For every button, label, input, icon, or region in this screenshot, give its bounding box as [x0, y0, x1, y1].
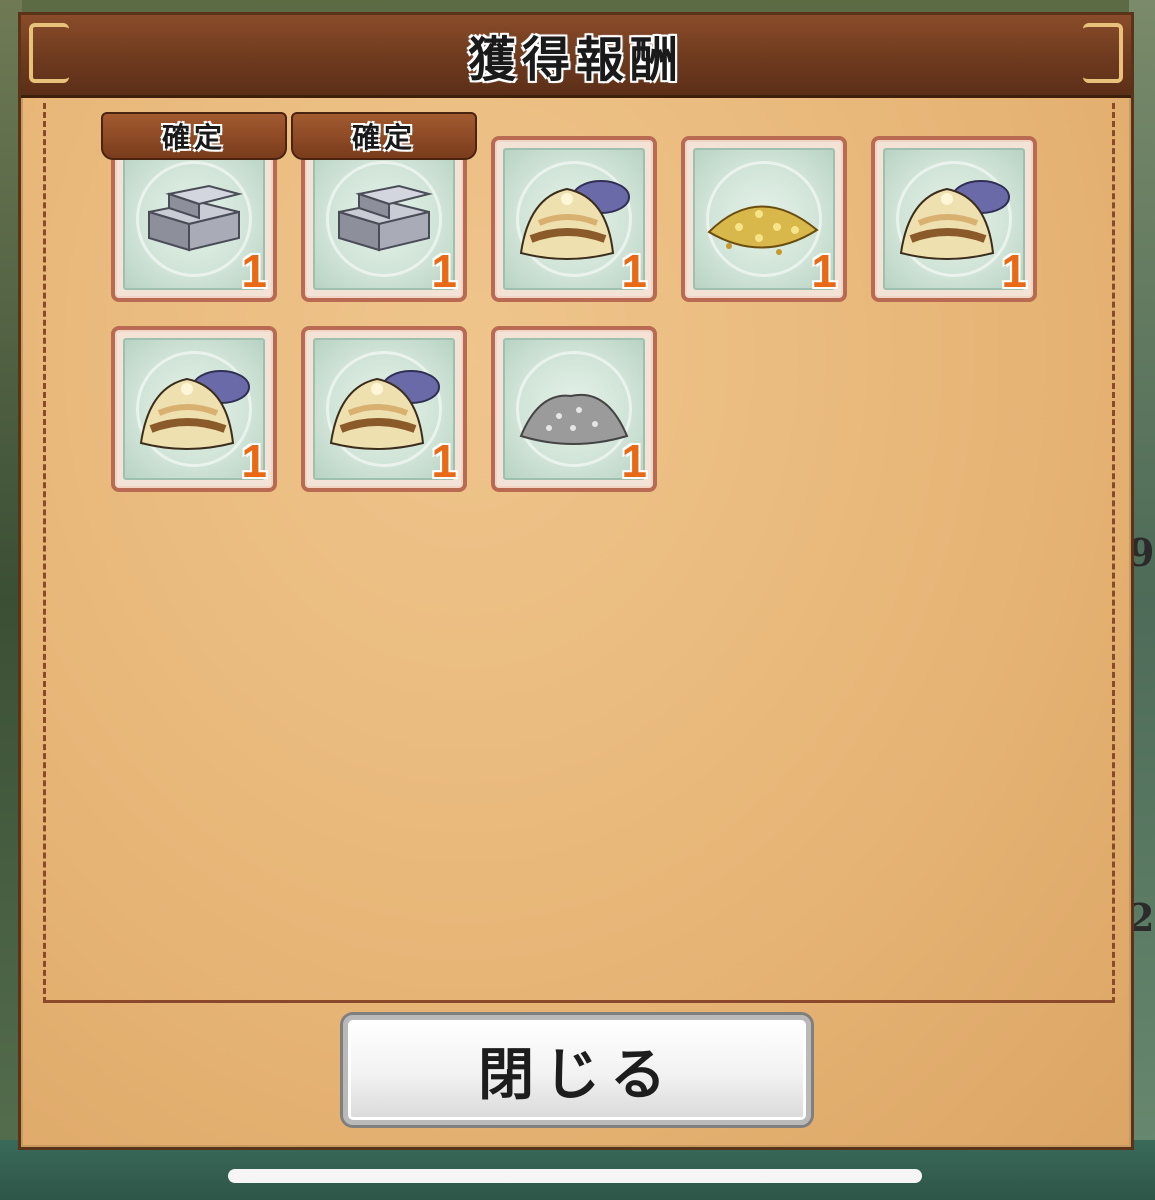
reward-item[interactable]: 1 — [681, 136, 847, 302]
reward-item[interactable]: 1 — [871, 136, 1037, 302]
reward-quantity: 1 — [431, 245, 457, 297]
reward-item[interactable]: 確定 1 — [291, 112, 477, 302]
reward-item[interactable]: 確定 1 — [101, 112, 287, 302]
dialog-title: 獲得報酬 — [467, 32, 684, 88]
guaranteed-badge: 確定 — [291, 112, 477, 160]
reward-item[interactable]: 1 — [491, 136, 657, 302]
ornament-right-icon — [1083, 23, 1123, 83]
reward-item[interactable]: 1 — [301, 326, 467, 492]
clam-shell-icon — [899, 180, 1010, 261]
reward-quantity: 1 — [621, 435, 647, 487]
gold-grain-icon — [707, 205, 819, 256]
guaranteed-badge: 確定 — [101, 112, 287, 160]
dialog-header: 獲得報酬 — [21, 15, 1131, 98]
reward-item[interactable]: 1 — [111, 326, 277, 492]
stone-pile-icon — [519, 394, 629, 446]
reward-quantity: 1 — [1001, 245, 1027, 297]
iron-ingot-icon — [338, 185, 433, 252]
reward-item[interactable]: 1 — [491, 326, 657, 492]
reward-quantity: 1 — [431, 435, 457, 487]
reward-quantity: 1 — [241, 435, 267, 487]
clam-shell-icon — [329, 370, 440, 451]
reward-quantity: 1 — [811, 245, 837, 297]
iron-ingot-icon — [148, 185, 243, 252]
reward-quantity: 1 — [241, 245, 267, 297]
clam-shell-icon — [519, 180, 630, 261]
ornament-left-icon — [29, 23, 69, 83]
clam-shell-icon — [139, 370, 250, 451]
reward-quantity: 1 — [621, 245, 647, 297]
close-button[interactable]: 閉じる — [343, 1015, 811, 1125]
close-button-label: 閉じる — [478, 1041, 676, 1108]
home-indicator[interactable] — [228, 1169, 922, 1183]
